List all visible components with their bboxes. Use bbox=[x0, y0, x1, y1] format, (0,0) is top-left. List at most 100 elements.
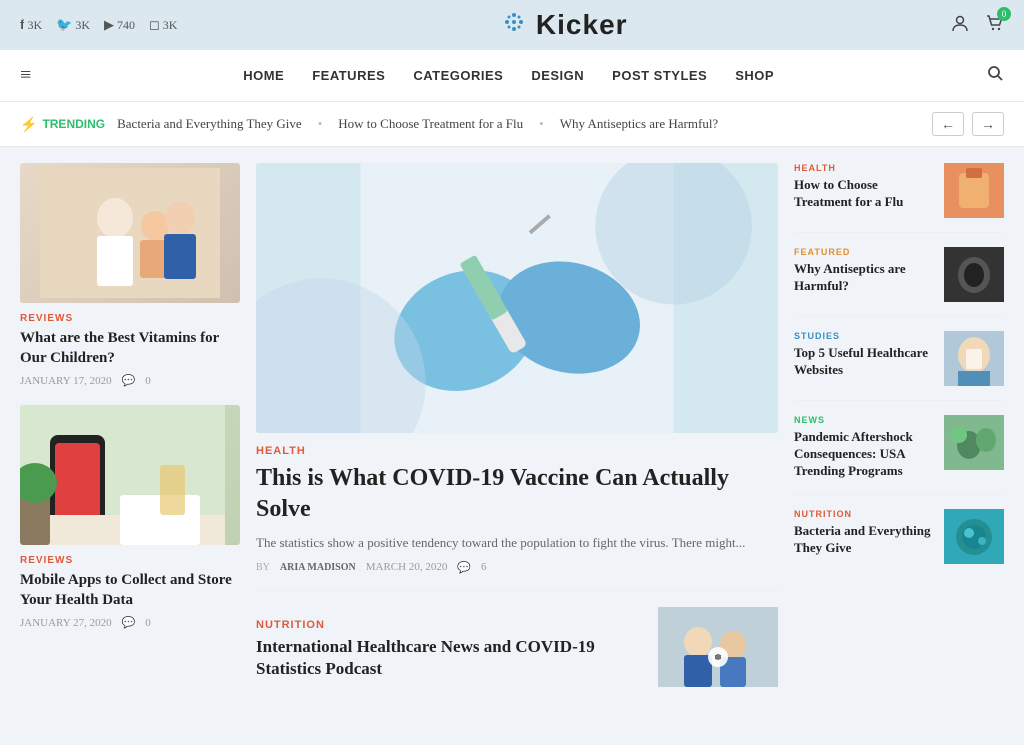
logo-text: Kicker bbox=[536, 9, 628, 41]
right-article-3-text: STUDIES Top 5 Useful Healthcare Websites bbox=[794, 331, 934, 379]
search-icon[interactable] bbox=[986, 64, 1004, 87]
left-article-1: REVIEWS What are the Best Vitamins for O… bbox=[20, 163, 240, 387]
hamburger-menu[interactable]: ≡ bbox=[20, 64, 31, 87]
right-article-4: NEWS Pandemic Aftershock Consequences: U… bbox=[794, 415, 1004, 495]
nav-links: HOME FEATURES CATEGORIES DESIGN POST STY… bbox=[243, 50, 774, 101]
main-content: REVIEWS What are the Best Vitamins for O… bbox=[0, 147, 1024, 703]
trending-label: ⚡ TRENDING bbox=[20, 116, 105, 133]
featured-comments: 6 bbox=[481, 561, 487, 573]
left-article-2-title[interactable]: Mobile Apps to Collect and Store Your He… bbox=[20, 571, 240, 610]
left-article-1-category: REVIEWS bbox=[20, 313, 240, 324]
right-article-5-image bbox=[944, 509, 1004, 564]
right-article-2-text: FEATURED Why Antiseptics are Harmful? bbox=[794, 247, 934, 295]
right-article-1: HEALTH How to Choose Treatment for a Flu bbox=[794, 163, 1004, 233]
nav-post-styles[interactable]: POST STYLES bbox=[612, 50, 707, 101]
featured-excerpt: The statistics show a positive tendency … bbox=[256, 533, 778, 553]
top-bar: 𝐟 3K 🐦 3K ▶ 740 ◻ 3K bbox=[0, 0, 1024, 50]
cart-icon[interactable]: 0 bbox=[984, 13, 1004, 38]
divider bbox=[256, 590, 778, 591]
right-article-2-image bbox=[944, 247, 1004, 302]
right-article-1-category: HEALTH bbox=[794, 163, 934, 173]
left-article-1-image bbox=[20, 163, 240, 303]
nav-home[interactable]: HOME bbox=[243, 50, 284, 101]
trending-next-button[interactable]: → bbox=[972, 112, 1004, 136]
trending-prev-button[interactable]: ← bbox=[932, 112, 964, 136]
author-label: BY bbox=[256, 562, 270, 573]
right-article-3-image bbox=[944, 331, 1004, 386]
logo-icon bbox=[500, 8, 528, 42]
right-article-1-title[interactable]: How to Choose Treatment for a Flu bbox=[794, 177, 934, 211]
left-article-1-title[interactable]: What are the Best Vitamins for Our Child… bbox=[20, 329, 240, 368]
right-article-5-text: NUTRITION Bacteria and Everything They G… bbox=[794, 509, 934, 557]
right-article-3: STUDIES Top 5 Useful Healthcare Websites bbox=[794, 331, 1004, 401]
featured-image bbox=[256, 163, 778, 433]
left-article-2-comments: 0 bbox=[145, 617, 151, 629]
featured-category: HEALTH bbox=[256, 445, 778, 457]
left-article-1-date: JANUARY 17, 2020 bbox=[20, 375, 112, 387]
trending-item-3[interactable]: Why Antiseptics are Harmful? bbox=[560, 116, 718, 132]
comment-icon-3: 💬 bbox=[457, 561, 471, 574]
twitter-link[interactable]: 🐦 3K bbox=[56, 17, 90, 33]
left-article-1-meta: JANUARY 17, 2020 💬 0 bbox=[20, 374, 240, 387]
bottom-article-title[interactable]: International Healthcare News and COVID-… bbox=[256, 636, 646, 680]
cart-badge: 0 bbox=[997, 7, 1011, 21]
left-article-2: REVIEWS Mobile Apps to Collect and Store… bbox=[20, 405, 240, 629]
facebook-link[interactable]: 𝐟 3K bbox=[20, 17, 42, 33]
right-article-4-category: NEWS bbox=[794, 415, 934, 425]
bottom-article-text: NUTRITION International Healthcare News … bbox=[256, 607, 646, 687]
right-article-3-category: STUDIES bbox=[794, 331, 934, 341]
right-column: HEALTH How to Choose Treatment for a Flu… bbox=[794, 163, 1004, 687]
trending-items: Bacteria and Everything They Give • How … bbox=[117, 116, 920, 132]
nav-categories[interactable]: CATEGORIES bbox=[413, 50, 503, 101]
left-article-2-meta: JANUARY 27, 2020 💬 0 bbox=[20, 616, 240, 629]
right-article-3-title[interactable]: Top 5 Useful Healthcare Websites bbox=[794, 345, 934, 379]
right-article-2-title[interactable]: Why Antiseptics are Harmful? bbox=[794, 261, 934, 295]
facebook-count: 3K bbox=[27, 18, 42, 33]
top-right-actions: 0 bbox=[950, 13, 1004, 38]
bottom-article: NUTRITION International Healthcare News … bbox=[256, 607, 778, 687]
left-article-2-category: REVIEWS bbox=[20, 555, 240, 566]
right-article-5-title[interactable]: Bacteria and Everything They Give bbox=[794, 523, 934, 557]
featured-title[interactable]: This is What COVID-19 Vaccine Can Actual… bbox=[256, 463, 778, 525]
instagram-link[interactable]: ◻ 3K bbox=[149, 17, 177, 33]
trending-item-1[interactable]: Bacteria and Everything They Give bbox=[117, 116, 302, 132]
featured-meta: BY ARIA MADISON MARCH 20, 2020 💬 6 bbox=[256, 561, 778, 574]
nav-features[interactable]: FEATURES bbox=[312, 50, 385, 101]
instagram-count: 3K bbox=[163, 18, 178, 33]
featured-author: ARIA MADISON bbox=[280, 562, 356, 573]
youtube-count: 740 bbox=[117, 18, 135, 33]
trending-navigation: ← → bbox=[932, 112, 1004, 136]
right-article-2: FEATURED Why Antiseptics are Harmful? bbox=[794, 247, 1004, 317]
instagram-icon: ◻ bbox=[149, 17, 160, 33]
navigation: ≡ HOME FEATURES CATEGORIES DESIGN POST S… bbox=[0, 50, 1024, 102]
comment-icon: 💬 bbox=[122, 374, 136, 387]
twitter-count: 3K bbox=[75, 18, 90, 33]
right-article-2-category: FEATURED bbox=[794, 247, 934, 257]
social-links: 𝐟 3K 🐦 3K ▶ 740 ◻ 3K bbox=[20, 17, 177, 33]
left-column: REVIEWS What are the Best Vitamins for O… bbox=[20, 163, 240, 687]
right-article-4-text: NEWS Pandemic Aftershock Consequences: U… bbox=[794, 415, 934, 480]
youtube-link[interactable]: ▶ 740 bbox=[104, 17, 135, 33]
left-article-1-comments: 0 bbox=[145, 375, 151, 387]
comment-icon-2: 💬 bbox=[122, 616, 136, 629]
right-article-4-image bbox=[944, 415, 1004, 470]
right-article-4-title[interactable]: Pandemic Aftershock Consequences: USA Tr… bbox=[794, 429, 934, 480]
right-article-5: NUTRITION Bacteria and Everything They G… bbox=[794, 509, 1004, 578]
right-article-1-text: HEALTH How to Choose Treatment for a Flu bbox=[794, 163, 934, 211]
bottom-article-image bbox=[658, 607, 778, 687]
youtube-icon: ▶ bbox=[104, 17, 114, 33]
trending-bar: ⚡ TRENDING Bacteria and Everything They … bbox=[0, 102, 1024, 147]
twitter-icon: 🐦 bbox=[56, 17, 72, 33]
user-icon[interactable] bbox=[950, 13, 970, 38]
nav-shop[interactable]: SHOP bbox=[735, 50, 774, 101]
nav-design[interactable]: DESIGN bbox=[531, 50, 584, 101]
right-article-1-image bbox=[944, 163, 1004, 218]
logo[interactable]: Kicker bbox=[500, 8, 628, 42]
right-article-5-category: NUTRITION bbox=[794, 509, 934, 519]
bottom-article-category: NUTRITION bbox=[256, 619, 646, 631]
featured-date: MARCH 20, 2020 bbox=[366, 561, 448, 573]
center-column: HEALTH This is What COVID-19 Vaccine Can… bbox=[256, 163, 778, 687]
facebook-icon: 𝐟 bbox=[20, 17, 24, 33]
trending-item-2[interactable]: How to Choose Treatment for a Flu bbox=[338, 116, 523, 132]
left-article-2-image bbox=[20, 405, 240, 545]
